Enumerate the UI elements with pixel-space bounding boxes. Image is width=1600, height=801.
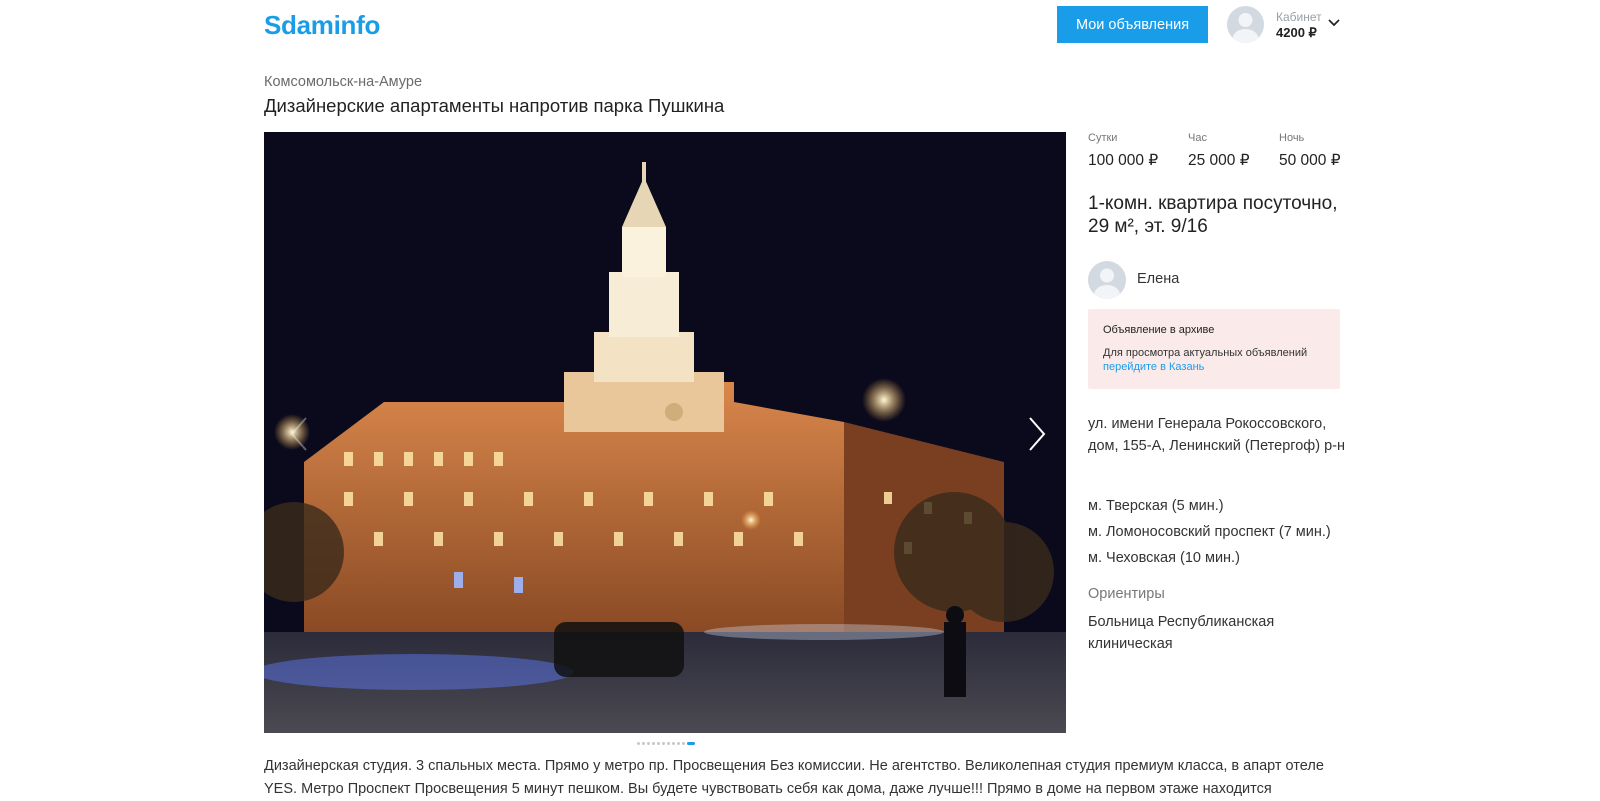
- metro-item: м. Тверская (5 мин.): [1088, 498, 1224, 514]
- price-day: Сутки 100 000 ₽: [1088, 132, 1158, 170]
- chevron-down-icon[interactable]: [1327, 16, 1341, 30]
- pagination-dot[interactable]: [642, 742, 645, 745]
- price-hour: Час 25 000 ₽: [1188, 132, 1250, 170]
- metro-item: м. Чеховская (10 мин.): [1088, 550, 1240, 566]
- pagination-dot[interactable]: [662, 742, 665, 745]
- archive-link[interactable]: перейдите в Казань: [1103, 361, 1204, 373]
- photo-next-arrow-icon[interactable]: [1018, 410, 1054, 458]
- photo-prev-arrow-icon[interactable]: [282, 410, 318, 458]
- flat-title-line: 1-комн. квартира посуточно,: [1088, 193, 1338, 214]
- flat-title: 1-комн. квартира посуточно, 29 м², эт. 9…: [1088, 192, 1348, 238]
- price-label: Сутки: [1088, 132, 1118, 144]
- cabinet-label[interactable]: Кабинет: [1276, 10, 1322, 24]
- archive-text: Для просмотра актуальных объявлений: [1103, 347, 1308, 359]
- price-night: Ночь 50 000 ₽: [1279, 132, 1341, 170]
- price-label: Час: [1188, 132, 1207, 144]
- pagination-dot[interactable]: [647, 742, 650, 745]
- metro-item: м. Ломоносовский проспект (7 мин.): [1088, 524, 1331, 540]
- listing-title: Дизайнерские апартаменты напротив парка …: [264, 95, 725, 116]
- user-avatar[interactable]: [1227, 6, 1264, 43]
- flat-title-line: 29 м², эт. 9/16: [1088, 216, 1208, 237]
- photo-pagination[interactable]: [637, 742, 695, 745]
- pagination-dot[interactable]: [682, 742, 685, 745]
- owner-avatar[interactable]: [1088, 261, 1126, 299]
- pagination-dot[interactable]: [657, 742, 660, 745]
- my-ads-button[interactable]: Мои объявления: [1057, 6, 1208, 43]
- landmarks-label: Ориентиры: [1088, 586, 1165, 602]
- listing-city: Комсомольск-на-Амуре: [264, 74, 423, 90]
- pagination-dot[interactable]: [687, 742, 695, 745]
- listing-photo[interactable]: [264, 132, 1066, 733]
- archive-title: Объявление в архиве: [1103, 324, 1215, 336]
- pagination-dot[interactable]: [672, 742, 675, 745]
- price-label: Ночь: [1279, 132, 1305, 144]
- listing-address: ул. имени Генерала Рокоссовского, дом, 1…: [1088, 416, 1345, 454]
- price-value: 25 000 ₽: [1188, 152, 1250, 169]
- archive-notice: Объявление в архиве Для просмотра актуал…: [1088, 309, 1340, 389]
- pagination-dot[interactable]: [652, 742, 655, 745]
- owner-name[interactable]: Елена: [1137, 271, 1179, 287]
- pagination-dot[interactable]: [677, 742, 680, 745]
- photo-night-building: [264, 132, 1066, 733]
- user-avatar-icon: [1232, 13, 1259, 43]
- site-logo[interactable]: Sdaminfo: [264, 10, 380, 41]
- landmarks-value: Больница Республиканская клиническая: [1088, 614, 1275, 652]
- pagination-dot[interactable]: [637, 742, 640, 745]
- owner-avatar-icon: [1094, 268, 1120, 299]
- price-value: 50 000 ₽: [1279, 152, 1341, 169]
- price-value: 100 000 ₽: [1088, 152, 1159, 169]
- listing-description: Дизайнерская студия. 3 спальных места. П…: [264, 758, 1324, 797]
- cabinet-balance: 4200 ₽: [1276, 25, 1317, 40]
- pagination-dot[interactable]: [667, 742, 670, 745]
